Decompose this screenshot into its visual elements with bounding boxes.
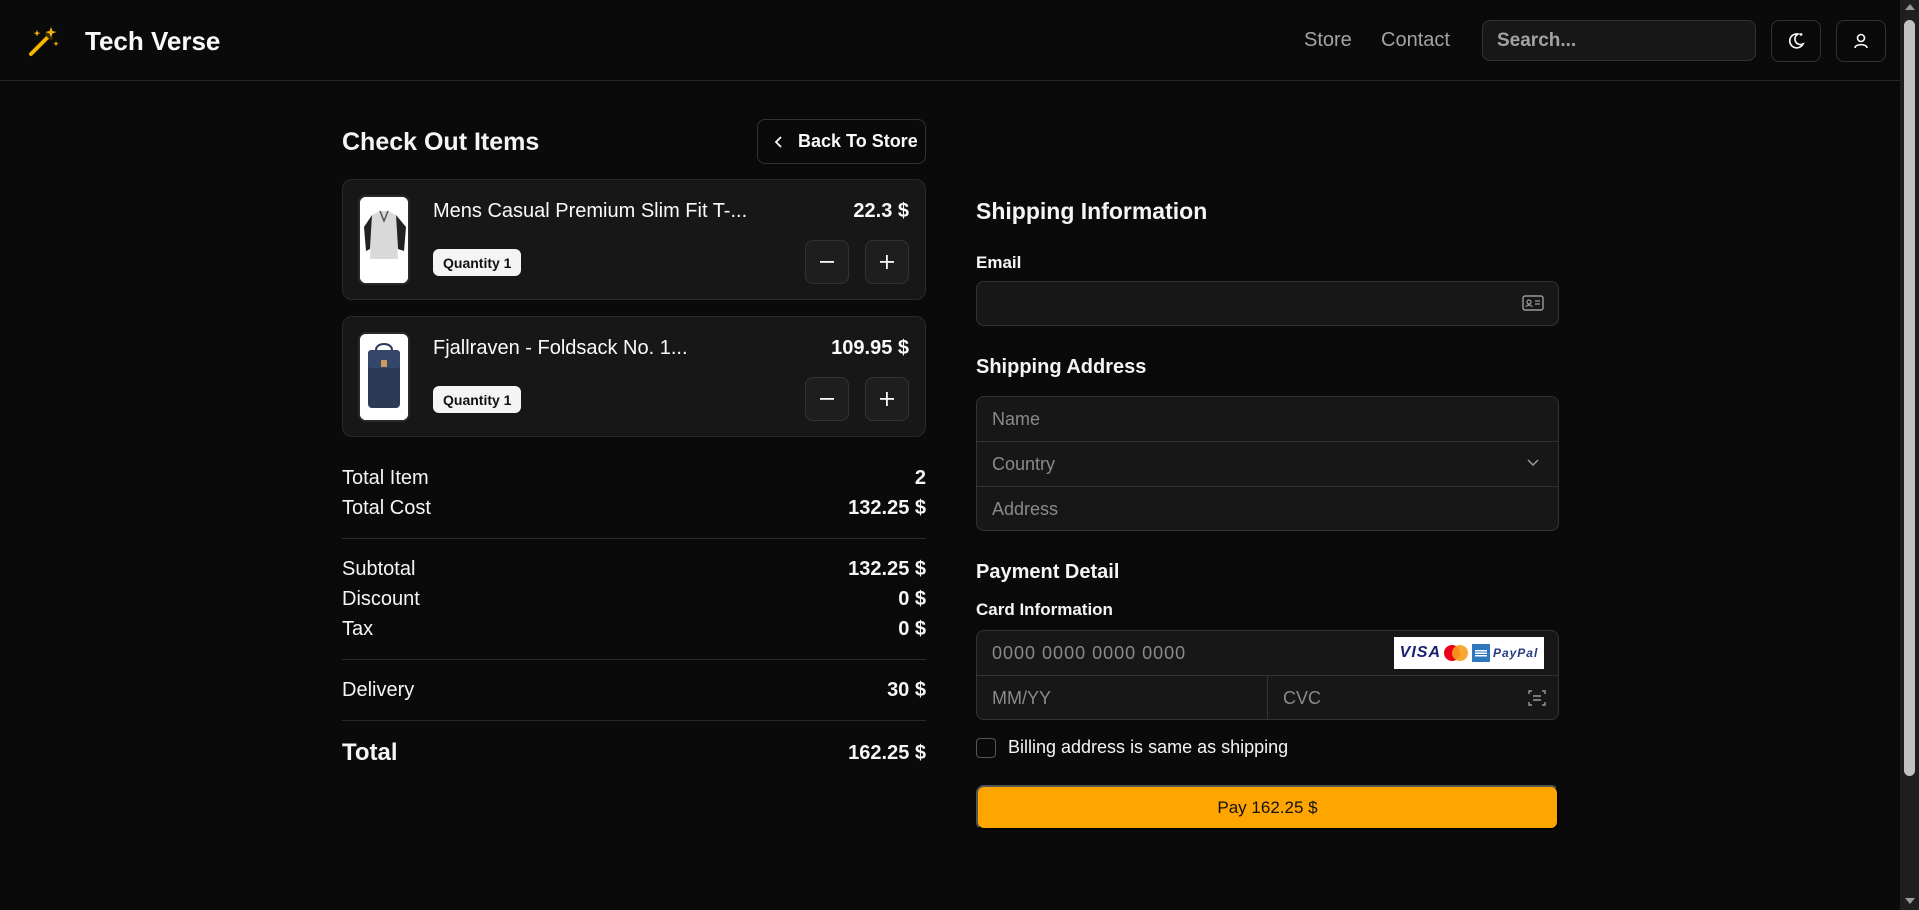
scroll-up-arrow-icon[interactable] (1905, 4, 1915, 10)
discount-label: Discount (342, 588, 420, 610)
expiry-placeholder: MM/YY (992, 688, 1052, 708)
email-label: Email (976, 253, 1022, 272)
card-number-placeholder: 0000 0000 0000 0000 (992, 642, 1187, 663)
scroll-thumb[interactable] (1904, 20, 1915, 776)
country-placeholder: Country (992, 453, 1056, 474)
theme-toggle-icon (1788, 33, 1805, 49)
paypal-logo-icon: PayPal (1492, 646, 1539, 660)
decrease-quantity-button[interactable] (805, 377, 849, 421)
billing-same-as-shipping: Billing address is same as shipping (976, 737, 1288, 758)
total-cost-value: 132.25 $ (848, 497, 926, 519)
back-to-store-button[interactable]: Back To Store (757, 119, 926, 164)
increase-quantity-button[interactable] (865, 377, 909, 421)
quantity-badge: Quantity 1 (433, 249, 522, 276)
cvc-placeholder: CVC (1283, 688, 1322, 708)
discount-value: 0 $ (898, 588, 926, 610)
minus-icon (820, 398, 834, 400)
item-price: 22.3 $ (853, 200, 909, 222)
chevron-down-icon (1527, 459, 1539, 467)
scroll-down-arrow-icon[interactable] (1905, 898, 1915, 904)
nav-contact-link[interactable]: Contact (1381, 29, 1450, 52)
country-select[interactable]: Country (977, 442, 1558, 487)
tax-label: Tax (342, 618, 374, 640)
cart-item: Mens Casual Premium Slim Fit T-... Quant… (342, 179, 926, 300)
subtotal-label: Subtotal (342, 558, 416, 580)
total-value: 162.25 $ (848, 741, 926, 764)
plus-icon (880, 255, 894, 269)
tax-row: Tax 0 $ (342, 618, 926, 641)
divider (342, 720, 926, 721)
card-number-input[interactable]: 0000 0000 0000 0000 VISA PayPal (977, 631, 1558, 676)
address-input[interactable]: Address (977, 487, 1558, 530)
billing-same-checkbox[interactable] (976, 737, 996, 758)
theme-toggle-button[interactable] (1771, 20, 1821, 62)
card-information-label: Card Information (976, 600, 1113, 619)
plus-icon (880, 392, 894, 406)
total-row: Total 162.25 $ (342, 739, 926, 767)
total-cost-label: Total Cost (342, 497, 431, 519)
increase-quantity-button[interactable] (865, 240, 909, 284)
payment-detail-title: Payment Detail (976, 561, 1120, 583)
nav-store-link[interactable]: Store (1304, 29, 1352, 52)
shipping-address-title: Shipping Address (976, 356, 1147, 378)
name-input[interactable]: Name (977, 397, 1558, 442)
divider (342, 659, 926, 660)
page-scrollbar[interactable] (1900, 0, 1919, 910)
delivery-value: 30 $ (887, 679, 926, 701)
cart-item: Fjallraven - Foldsack No. 1... Quantity … (342, 316, 926, 437)
product-image-tshirt (358, 195, 410, 285)
shipping-title: Shipping Information (976, 198, 1208, 224)
total-item-label: Total Item (342, 467, 429, 489)
scan-icon (1528, 690, 1546, 706)
email-field[interactable] (976, 281, 1559, 326)
tax-value: 0 $ (898, 618, 926, 640)
total-item-row: Total Item 2 (342, 467, 926, 490)
total-cost-row: Total Cost 132.25 $ (342, 497, 926, 520)
billing-same-label[interactable]: Billing address is same as shipping (1008, 737, 1288, 758)
total-item-value: 2 (914, 467, 926, 489)
cvc-input[interactable]: CVC (1268, 676, 1558, 719)
decrease-quantity-button[interactable] (805, 240, 849, 284)
name-placeholder: Name (992, 408, 1041, 429)
shipping-address-group: Name Country Address (976, 396, 1559, 531)
search-input[interactable] (1482, 20, 1756, 61)
id-card-icon (1522, 295, 1544, 311)
brand-name[interactable]: Tech Verse (85, 26, 220, 57)
back-to-store-label: Back To Store (798, 131, 918, 151)
item-name[interactable]: Mens Casual Premium Slim Fit T-... (433, 200, 747, 223)
visa-logo-icon: VISA (1399, 644, 1441, 661)
user-icon (1854, 33, 1868, 49)
subtotal-row: Subtotal 132.25 $ (342, 558, 926, 581)
total-label: Total (342, 739, 398, 766)
mastercard-logo-icon (1444, 645, 1469, 661)
item-price: 109.95 $ (831, 337, 909, 359)
checkout-title: Check Out Items (342, 128, 540, 156)
amex-logo-icon (1471, 644, 1490, 662)
card-information-group: 0000 0000 0000 0000 VISA PayPal MM/YY CV… (976, 630, 1559, 720)
discount-row: Discount 0 $ (342, 588, 926, 611)
card-brand-logos: VISA PayPal (1394, 637, 1544, 669)
product-image-backpack (358, 332, 410, 422)
magic-wand-icon[interactable] (27, 24, 61, 58)
top-nav: Tech Verse Store Contact (0, 0, 1900, 81)
pay-button[interactable]: Pay 162.25 $ (976, 785, 1559, 830)
divider (342, 538, 926, 539)
chevron-left-icon (774, 135, 782, 148)
delivery-row: Delivery 30 $ (342, 679, 926, 702)
subtotal-value: 132.25 $ (848, 558, 926, 580)
item-name[interactable]: Fjallraven - Foldsack No. 1... (433, 337, 688, 360)
delivery-label: Delivery (342, 679, 415, 701)
user-button[interactable] (1836, 20, 1886, 62)
minus-icon (820, 261, 834, 263)
address-placeholder: Address (992, 499, 1059, 519)
expiry-input[interactable]: MM/YY (977, 676, 1268, 719)
quantity-badge: Quantity 1 (433, 386, 522, 413)
